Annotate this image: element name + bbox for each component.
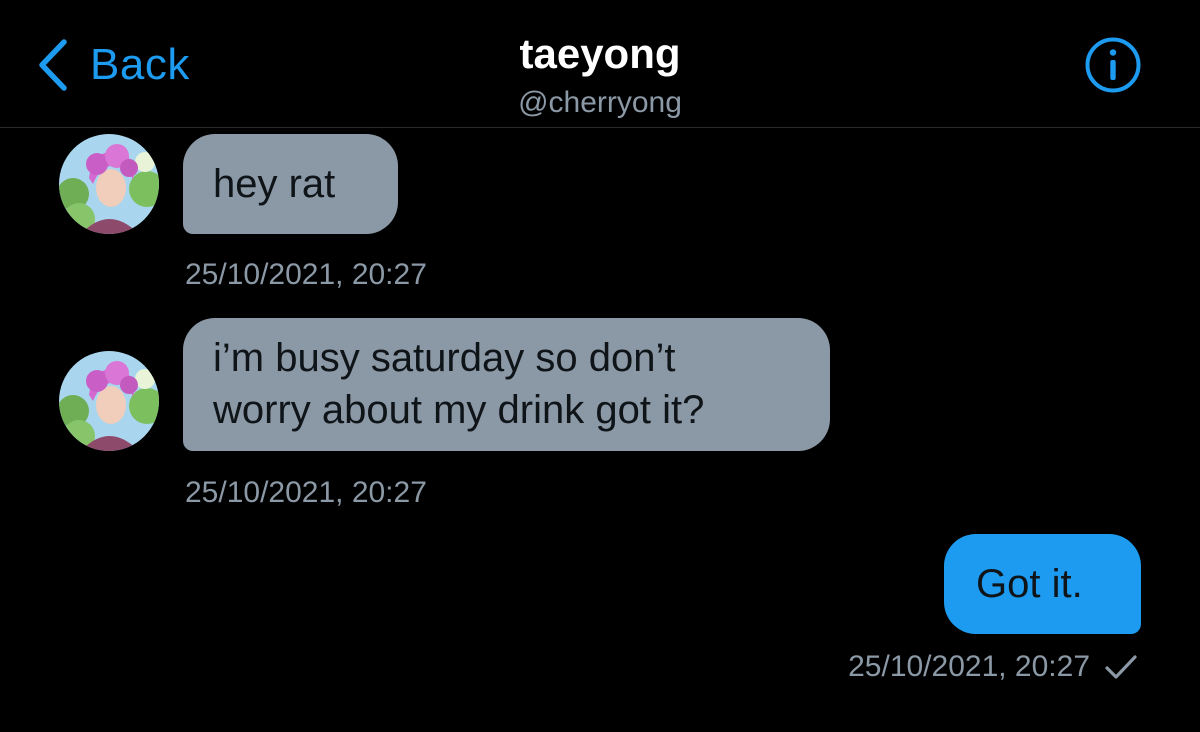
avatar-image [59,351,159,451]
message-bubble-sent[interactable]: Got it. [944,534,1141,634]
message-text-line: i’m busy saturday so don’t [213,336,676,380]
message-timestamp: 25/10/2021, 20:27 [185,476,427,509]
message-timestamp: 25/10/2021, 20:27 [185,258,427,291]
message-text-line: worry about my drink got it? [213,388,705,432]
avatar-image [59,134,159,234]
message-text: hey rat [213,162,336,206]
conversation-handle: @cherryong [518,86,682,119]
message-timestamp: 25/10/2021, 20:27 [848,650,1090,683]
conversation-header: Back taeyong @cherryong [0,0,1200,128]
message-bubble-received[interactable]: i’m busy saturday so don’t worry about m… [183,318,830,451]
checkmark-icon [1105,655,1137,679]
avatar[interactable] [59,134,159,234]
conversation-title: taeyong [519,30,681,77]
message-bubble-received[interactable]: hey rat [183,134,398,234]
message-text: Got it. [976,562,1083,606]
avatar[interactable] [59,351,159,451]
info-button[interactable] [1084,36,1142,94]
info-circle-icon [1085,37,1141,93]
message-status-row: 25/10/2021, 20:27 [848,650,1138,684]
